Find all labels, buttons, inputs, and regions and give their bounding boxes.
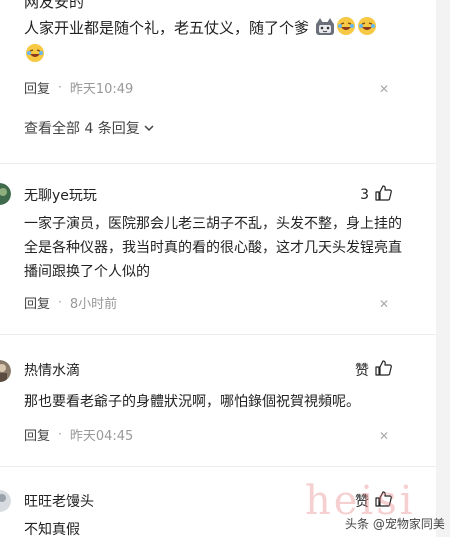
comment-text: 一家子演员，医院那会儿老三胡子不乱，头发不整，身上挂的全是各种仪器，我当时真的看… [24, 216, 402, 280]
comment-text: 人家开业都是随个礼，老五仗义，随了个爹 [24, 16, 424, 70]
scrollbar-track[interactable] [436, 0, 450, 537]
view-all-replies-button[interactable]: 查看全部 4 条回复 [24, 118, 154, 138]
avatar[interactable] [0, 360, 11, 382]
comment-text: 那也要看老爺子的身體狀況啊，哪怕錄個祝賀視頻呢。 [24, 394, 360, 410]
divider [0, 334, 450, 335]
view-all-replies-label: 查看全部 4 条回复 [24, 121, 140, 137]
divider [0, 163, 450, 164]
thumbs-up-icon [375, 360, 392, 380]
close-icon[interactable]: ✕ [378, 83, 390, 95]
like-label: 赞 [355, 363, 369, 379]
separator-dot: · [58, 80, 62, 94]
reply-button[interactable]: 回复 [24, 293, 50, 312]
comment-page: 网友安的 人家开业都是随个礼，老五仗义，随了个爹 回复 · 昨天10:49 ✕ … [0, 0, 450, 537]
reply-button[interactable]: 回复 [24, 425, 50, 444]
close-icon[interactable]: ✕ [378, 430, 390, 442]
laughing-face-icon [357, 16, 377, 43]
comment-username[interactable]: 无聊ye玩玩 [24, 185, 97, 205]
like-button[interactable]: 赞 [355, 360, 392, 380]
like-count: 3 [360, 187, 369, 203]
cat-face-icon [315, 18, 335, 43]
reply-button[interactable]: 回复 [24, 78, 50, 97]
divider [0, 466, 450, 467]
laughing-face-icon [25, 43, 45, 70]
comment-text-content: 人家开业都是随个礼，老五仗义，随了个爹 [24, 19, 310, 37]
comment-username[interactable]: 热情水滴 [24, 360, 80, 380]
comment-username[interactable]: 网友安的 [24, 0, 84, 12]
chevron-down-icon [144, 120, 154, 136]
comment-username[interactable]: 旺旺老馒头 [24, 491, 94, 511]
comment-time: 昨天04:45 [69, 428, 134, 444]
close-icon[interactable]: ✕ [378, 298, 390, 310]
comment-time: 8小时前 [69, 296, 118, 312]
comment-meta: 回复 · 8小时前 [24, 292, 117, 312]
comment-meta: 回复 · 昨天10:49 [24, 77, 133, 97]
source-label: 头条 @宠物家同美 [345, 517, 445, 531]
avatar[interactable] [0, 183, 11, 205]
separator-dot: · [58, 295, 62, 309]
separator-dot: · [58, 427, 62, 441]
like-button[interactable]: 3 [360, 185, 392, 205]
comment-time: 昨天10:49 [69, 81, 134, 97]
avatar[interactable] [0, 490, 11, 512]
comment-meta: 回复 · 昨天04:45 [24, 424, 133, 444]
laughing-face-icon [336, 16, 356, 43]
thumbs-up-icon [375, 185, 392, 205]
